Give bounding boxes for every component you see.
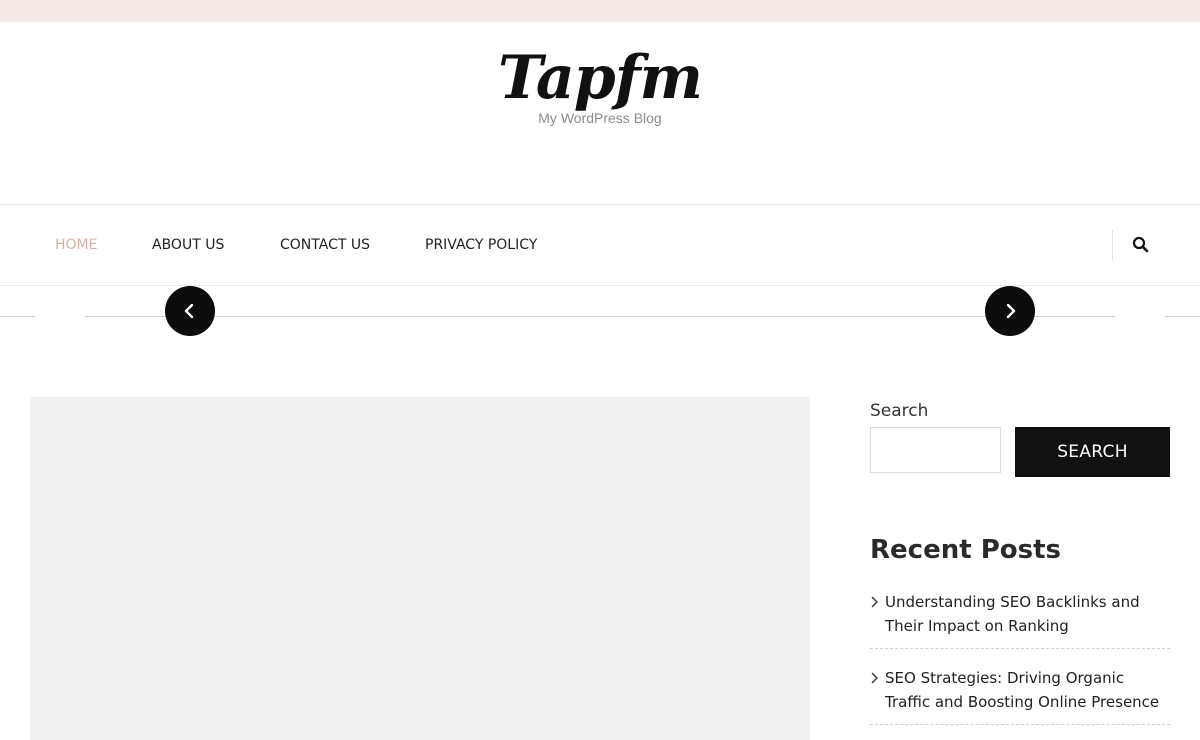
recent-posts-title: Recent Posts <box>870 535 1061 565</box>
chevron-right-icon <box>871 672 878 684</box>
slider-line <box>85 316 1115 317</box>
chevron-right-icon <box>871 596 878 608</box>
search-button[interactable]: SEARCH <box>1015 427 1170 477</box>
slider-line <box>1165 316 1200 317</box>
recent-posts-list: Understanding SEO Backlinks and Their Im… <box>870 587 1170 739</box>
recent-post-link[interactable]: Understanding SEO Backlinks and Their Im… <box>885 593 1140 635</box>
recent-post-link[interactable]: SEO Strategies: Driving Organic Traffic … <box>885 669 1159 711</box>
search-input[interactable] <box>870 427 1001 473</box>
slider-line <box>0 316 35 317</box>
nav-divider <box>1112 230 1113 260</box>
chevron-left-icon <box>184 303 194 319</box>
list-item: SEO Strategies: Driving Organic Traffic … <box>870 663 1170 725</box>
main-navigation: HOME ABOUT US CONTACT US PRIVACY POLICY <box>0 204 1200 286</box>
nav-item-about-us[interactable]: ABOUT US <box>152 236 224 254</box>
slider-next-button[interactable] <box>985 286 1035 336</box>
chevron-right-icon <box>1006 303 1016 319</box>
slider-prev-button[interactable] <box>165 286 215 336</box>
top-bar <box>0 0 1200 22</box>
list-item: Understanding SEO Backlinks and Their Im… <box>870 587 1170 649</box>
nav-item-privacy-policy[interactable]: PRIVACY POLICY <box>425 236 537 254</box>
search-label: Search <box>870 401 929 421</box>
featured-image-placeholder <box>30 397 810 740</box>
site-tagline: My WordPress Blog <box>538 110 662 126</box>
nav-item-home[interactable]: HOME <box>55 236 97 254</box>
nav-item-contact-us[interactable]: CONTACT US <box>280 236 370 254</box>
search-icon[interactable] <box>1131 235 1151 255</box>
site-title[interactable]: Tapfm <box>0 46 1200 110</box>
